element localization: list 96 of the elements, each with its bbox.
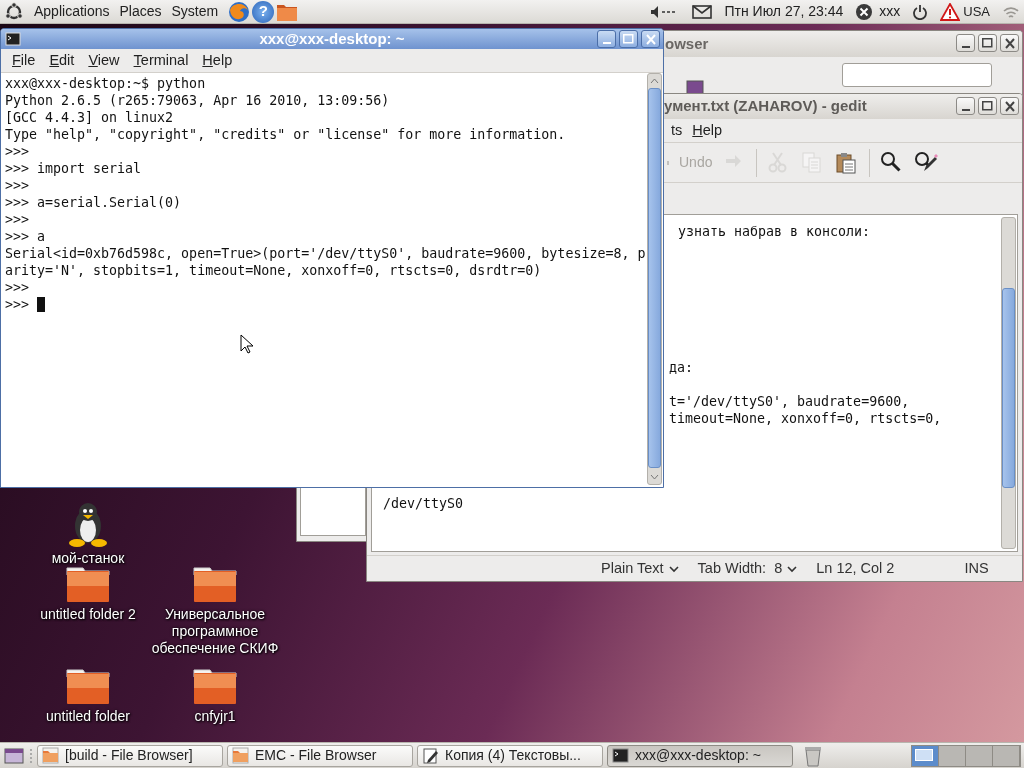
folder-icon[interactable] — [192, 668, 238, 706]
power-icon[interactable] — [912, 3, 929, 20]
x-circle-icon[interactable] — [855, 2, 874, 21]
maximize-button[interactable] — [978, 97, 997, 115]
terminal-line: >>> — [5, 177, 31, 194]
chevron-icon — [786, 564, 799, 573]
minimize-button[interactable] — [956, 97, 975, 115]
workspace-cell[interactable] — [993, 745, 1020, 766]
terminal-line: >>> a — [5, 228, 47, 245]
close-button[interactable] — [1000, 97, 1019, 115]
browser-globe-icon[interactable] — [228, 0, 251, 23]
handle-icon — [29, 746, 33, 765]
menu-item[interactable]: Edit — [42, 49, 82, 72]
terminal-line: >>> import serial — [5, 160, 143, 177]
folder-icon[interactable] — [65, 668, 111, 706]
minimize-button[interactable] — [956, 34, 975, 52]
terminal-line: >>> — [5, 143, 31, 160]
taskbar-button[interactable]: Копия (4) Текстовы... — [417, 744, 603, 767]
insert-mode: INS — [964, 558, 989, 578]
minimize-icon — [961, 46, 970, 48]
menu-item[interactable]: File — [5, 49, 43, 72]
clock-text[interactable]: Птн Июл 27, 23:44 — [724, 1, 844, 22]
taskbar-button[interactable]: EMC - File Browser — [227, 744, 413, 767]
scrollbar-thumb[interactable] — [648, 88, 661, 468]
menu-item[interactable]: Terminal — [126, 49, 196, 72]
close-button[interactable] — [641, 30, 660, 48]
penguin-icon[interactable] — [66, 500, 110, 548]
terminal-line: [GCC 4.4.3] on linux2 — [5, 109, 175, 126]
terminal-line: Type "help", "copyright", "credits" or "license" for more information. — [5, 126, 567, 143]
location-field[interactable] — [842, 63, 992, 87]
folder-icon[interactable] — [65, 566, 111, 604]
language-label[interactable]: Plain Text — [601, 557, 664, 580]
desktop-icon-label[interactable]: мой-станок — [51, 550, 125, 567]
desktop-icon-label[interactable]: untitled folder 2 — [40, 606, 136, 623]
ubuntu-logo-icon[interactable] — [4, 1, 24, 22]
terminal-line: Serial<id=0xb76d598c, open=True>(port='/dev/ttyS0', baudrate=9600, bytesize=8, p — [5, 245, 645, 262]
menu-item[interactable]: Help — [195, 49, 240, 72]
maximize-button[interactable] — [619, 30, 638, 48]
maximize-icon — [982, 101, 993, 111]
folder-icon — [232, 747, 249, 764]
terminal-line: >>> — [5, 279, 31, 296]
workspace-cell[interactable] — [912, 745, 939, 766]
minimize-button[interactable] — [597, 30, 616, 48]
warning-icon[interactable] — [940, 2, 961, 21]
mouse-pointer-icon — [240, 334, 254, 354]
text-line: t='/dev/ttyS0', baudrate=9600, — [669, 393, 910, 410]
tab-width-label[interactable]: Tab Width: 8 — [697, 557, 783, 580]
terminal-line: >>> — [5, 296, 31, 313]
scrollbar-thumb[interactable] — [1002, 288, 1015, 488]
folder-icon — [42, 747, 59, 764]
keyboard-layout-indicator[interactable]: USA — [963, 1, 990, 22]
terminal-line: Python 2.6.5 (r265:79063, Apr 16 2010, 13:09:56) — [5, 92, 391, 109]
cursor-position: Ln 12, Col 2 — [816, 558, 895, 578]
menu-item[interactable]: Places — [119, 1, 162, 22]
text-line: да: — [669, 359, 694, 376]
workspace-cell[interactable] — [939, 745, 966, 766]
maximize-icon — [982, 38, 993, 48]
window-title: умент.txt (ZAHAROV) - gedit — [664, 96, 867, 117]
maximize-icon — [623, 34, 634, 44]
chevron-icon — [667, 564, 680, 573]
text-line: узнать набрав в консоли: — [678, 223, 871, 240]
show-desktop-icon[interactable] — [3, 745, 25, 766]
taskbar-button[interactable]: xxx@xxx-desktop: ~ — [607, 744, 793, 767]
terminal-line: xxx@xxx-desktop:~$ python — [5, 75, 207, 92]
close-icon — [1004, 100, 1015, 112]
envelope-icon[interactable] — [692, 4, 713, 19]
desktop-icon-label[interactable]: Универсальное программное обеспечение СКИФ — [145, 606, 285, 657]
workspace-cell[interactable] — [966, 745, 993, 766]
user-name[interactable]: xxx — [879, 1, 901, 22]
text-line: timeout=None, xonxoff=0, rtscts=0, — [669, 410, 942, 427]
window-title: owser — [665, 33, 709, 54]
terminal-line: >>> a=serial.Serial(0) — [5, 194, 183, 211]
terminal-line: >>> — [5, 211, 31, 228]
window-title: xxx@xxx-desktop: ~ — [259, 29, 405, 49]
menu-item[interactable]: System — [171, 1, 219, 22]
terminal-line: arity='N', stopbits=1, timeout=None, xonxoff=0, rtscts=0, dsrdtr=0) — [5, 262, 543, 279]
text-line: /dev/ttyS0 — [383, 495, 464, 512]
menu-item[interactable]: View — [81, 49, 127, 72]
close-icon — [645, 33, 656, 45]
notepad-pencil-icon — [422, 747, 439, 764]
language-dropdown[interactable]: Plain Text — [367, 557, 680, 580]
desktop-icon-label[interactable]: cnfyjr1 — [194, 708, 236, 725]
menu-item[interactable]: ts — [666, 119, 688, 142]
trash-icon[interactable] — [803, 744, 823, 767]
menu-item[interactable]: Help — [687, 119, 728, 142]
menu-item[interactable]: Applications — [34, 1, 110, 22]
minimize-icon — [961, 109, 970, 111]
close-button[interactable] — [1000, 34, 1019, 52]
minimize-icon — [602, 42, 611, 44]
taskbar-button[interactable]: [build - File Browser] — [37, 744, 223, 767]
folder-icon[interactable] — [192, 566, 238, 604]
desktop-icon-label[interactable]: untitled folder — [45, 708, 131, 725]
terminal-icon — [612, 747, 629, 764]
close-icon — [1004, 37, 1015, 49]
maximize-button[interactable] — [978, 34, 997, 52]
terminal-icon — [5, 32, 21, 46]
